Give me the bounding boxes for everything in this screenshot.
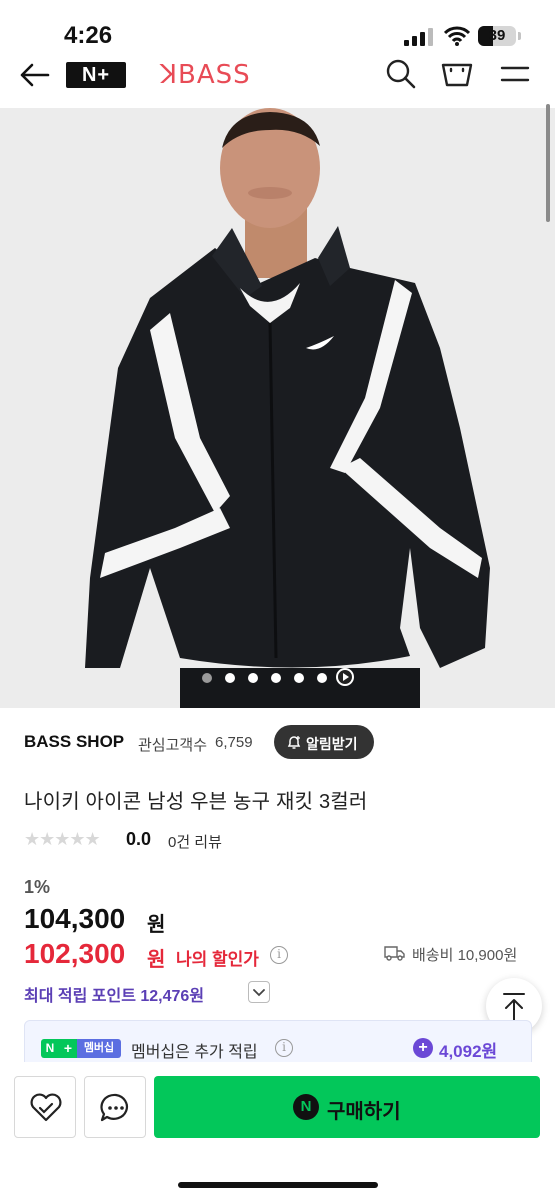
sale-price-unit: 원 [147, 949, 166, 971]
follower-count: 6,759 [215, 734, 253, 751]
home-indicator [178, 1182, 378, 1188]
signal-icon [404, 28, 434, 46]
product-image[interactable] [0, 108, 555, 708]
store-brand-logo[interactable]: ꓘBASS [160, 60, 251, 90]
carousel-dot[interactable] [202, 673, 212, 683]
wifi-icon [444, 26, 470, 46]
carousel-dot[interactable] [317, 673, 327, 683]
carousel-dot[interactable] [225, 673, 235, 683]
price-unit: 원 [147, 914, 166, 936]
points-expand-button[interactable] [248, 981, 270, 1003]
buy-button[interactable]: N 구매하기 [154, 1076, 540, 1138]
app-header: N+ ꓘBASS [0, 58, 555, 108]
battery-level: 39 [488, 27, 506, 44]
carousel-dot[interactable] [248, 673, 258, 683]
buy-button-label: 구매하기 [327, 1101, 401, 1123]
status-bar: 4:26 39 [0, 0, 555, 58]
max-points: 최대 적립 포인트 12,476원 [24, 988, 205, 1005]
discount-rate: 1% [24, 877, 51, 897]
bell-plus-icon [287, 736, 301, 749]
carousel-dot[interactable] [271, 673, 281, 683]
rating-value: 0.0 [126, 829, 152, 849]
chevron-down-icon [253, 989, 265, 997]
info-icon[interactable]: i [270, 946, 288, 964]
cart-icon[interactable] [440, 58, 474, 90]
membership-text: 멤버십은 추가 적립 [131, 1044, 258, 1061]
jacket-illustration [0, 108, 555, 708]
wishlist-button[interactable] [14, 1076, 76, 1138]
follower-label: 관심고객수 [138, 737, 208, 754]
review-count-link[interactable]: 0건 리뷰 [168, 831, 222, 852]
video-play-icon[interactable] [336, 668, 354, 686]
my-discount-label: 나의 할인가 [176, 950, 259, 969]
badge-label: 멤버십 [77, 1039, 121, 1058]
naver-pay-icon: N [293, 1094, 319, 1120]
naver-plus-membership-badge: N + 멤버십 [41, 1039, 121, 1058]
naver-plus-logo[interactable]: N+ [66, 62, 126, 88]
chat-button[interactable] [84, 1076, 146, 1138]
truck-icon [384, 946, 405, 961]
membership-info-icon[interactable]: i [275, 1039, 293, 1057]
menu-icon[interactable] [498, 58, 532, 90]
image-carousel-dots[interactable] [0, 668, 555, 688]
search-icon[interactable] [384, 58, 418, 90]
bottom-action-bar: N 구매하기 [0, 1062, 555, 1200]
product-title: 나이키 아이콘 남성 우븐 농구 재킷 3컬러 [24, 791, 368, 813]
membership-points: 4,092원 [439, 1042, 498, 1061]
plus-circle-icon: + [413, 1038, 433, 1058]
battery-tip [518, 32, 521, 40]
notify-button-label: 알림받기 [306, 736, 358, 752]
status-time: 4:26 [64, 22, 113, 49]
store-name[interactable]: BASS SHOP [24, 732, 124, 752]
chat-bubble-icon [100, 1093, 128, 1122]
battery-icon: 39 [478, 26, 516, 46]
shipping-fee: 배송비 10,900원 [412, 947, 518, 964]
carousel-dot[interactable] [294, 673, 304, 683]
back-arrow-icon[interactable] [18, 60, 52, 90]
badge-plus: + [59, 1039, 77, 1058]
rating-stars: ★★★★★ [24, 829, 101, 849]
notify-button[interactable]: 알림받기 [274, 725, 374, 759]
sale-price: 102,300 [24, 938, 126, 969]
scroll-indicator [546, 104, 550, 222]
original-price: 104,300 [24, 903, 126, 934]
heart-check-icon [30, 1093, 62, 1122]
badge-n: N [41, 1039, 59, 1058]
